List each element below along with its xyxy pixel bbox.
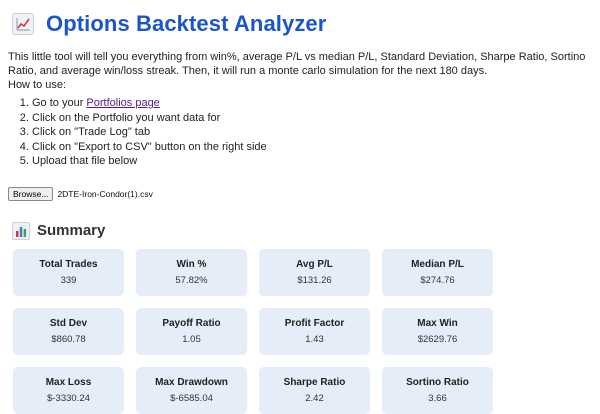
card-value: 3.66 — [428, 393, 447, 404]
card-label: Sortino Ratio — [406, 377, 469, 388]
card-label: Sharpe Ratio — [283, 377, 346, 388]
card-value: 1.05 — [182, 334, 201, 345]
step-4: Click on "Export to CSV" button on the r… — [32, 140, 592, 155]
card-label: Max Loss — [45, 377, 92, 388]
summary-cards: Total Trades 339 Win % 57.82% Avg P/L $1… — [13, 249, 493, 414]
page-title: Options Backtest Analyzer — [46, 11, 327, 36]
card-label: Profit Factor — [284, 318, 345, 329]
card-value: $2629.76 — [417, 334, 458, 345]
step-2: Click on the Portfolio you want data for — [32, 111, 592, 126]
card-label: Win % — [176, 259, 207, 270]
intro-text: This little tool will tell you everythin… — [8, 51, 586, 77]
page: Options Backtest Analyzer This little to… — [0, 0, 600, 243]
card-sortino-ratio: Sortino Ratio 3.66 — [382, 367, 493, 414]
card-label: Avg P/L — [296, 259, 333, 270]
card-label: Max Drawdown — [155, 377, 228, 388]
card-payoff-ratio: Payoff Ratio 1.05 — [136, 308, 247, 355]
card-label: Max Win — [417, 318, 458, 329]
file-upload: Browse... 2DTE-Iron-Condor(1).csv — [8, 186, 592, 201]
card-value: $274.76 — [420, 275, 455, 286]
card-value: 2.42 — [305, 393, 324, 404]
card-label: Total Trades — [39, 259, 98, 270]
portfolios-page-link[interactable]: Portfolios page — [86, 97, 159, 109]
browse-button[interactable]: Browse... — [8, 186, 54, 201]
how-to-label: How to use: — [8, 79, 67, 91]
step-1-text: Go to your — [32, 97, 87, 109]
card-sharpe-ratio: Sharpe Ratio 2.42 — [259, 367, 370, 414]
card-value: $860.78 — [51, 334, 86, 345]
card-value: 57.82% — [175, 275, 208, 286]
header: Options Backtest Analyzer — [8, 0, 592, 46]
card-value: $-6585.04 — [170, 393, 213, 404]
card-std-dev: Std Dev $860.78 — [13, 308, 124, 355]
card-total-trades: Total Trades 339 — [13, 249, 124, 296]
summary-title: Summary — [37, 222, 106, 239]
card-max-drawdown: Max Drawdown $-6585.04 — [136, 367, 247, 414]
card-label: Payoff Ratio — [162, 318, 221, 329]
card-win-percent: Win % 57.82% — [136, 249, 247, 296]
summary-header: Summary — [8, 219, 592, 243]
card-label: Median P/L — [411, 259, 464, 270]
step-3: Click on "Trade Log" tab — [32, 125, 592, 140]
step-1: Go to your Portfolios page — [32, 96, 592, 111]
card-value: $-3330.24 — [47, 393, 90, 404]
card-value: $131.26 — [297, 275, 332, 286]
steps-list: Go to your Portfolios page Click on the … — [8, 96, 592, 169]
step-5: Upload that file below — [32, 154, 592, 169]
card-value: 1.43 — [305, 334, 324, 345]
chart-increasing-icon — [12, 13, 34, 35]
card-median-pl: Median P/L $274.76 — [382, 249, 493, 296]
selected-file-name: 2DTE-Iron-Condor(1).csv — [57, 188, 153, 199]
card-label: Std Dev — [49, 318, 88, 329]
card-value: 339 — [60, 275, 77, 286]
card-profit-factor: Profit Factor 1.43 — [259, 308, 370, 355]
card-max-win: Max Win $2629.76 — [382, 308, 493, 355]
bar-chart-icon — [12, 221, 30, 240]
card-max-loss: Max Loss $-3330.24 — [13, 367, 124, 414]
card-avg-pl: Avg P/L $131.26 — [259, 249, 370, 296]
